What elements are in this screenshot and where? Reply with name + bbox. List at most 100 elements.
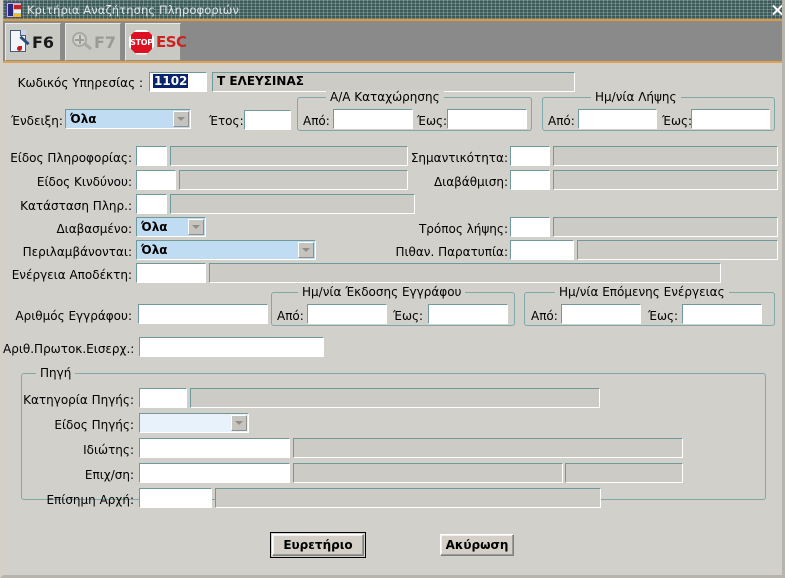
toolbar-button-f6[interactable]: F6 bbox=[5, 23, 61, 61]
issue-date-from-input[interactable] bbox=[307, 304, 387, 324]
source-type-label: Είδος Πηγής: bbox=[54, 418, 134, 432]
incoming-protocol-label: Αριθ.Πρωτοκ.Εισερχ.: bbox=[3, 342, 135, 356]
receipt-method-label: Τρόπος λήψης: bbox=[418, 222, 508, 236]
business-extra-field bbox=[565, 463, 683, 483]
business-description-field bbox=[293, 463, 563, 483]
chevron-down-icon[interactable] bbox=[298, 242, 314, 258]
document-number-input[interactable] bbox=[138, 304, 268, 324]
next-action-date-group-title: Ημ/νία Επόμενης Ενέργειας bbox=[555, 285, 729, 299]
business-input[interactable] bbox=[139, 463, 290, 483]
service-code-value: 1102 bbox=[153, 74, 189, 88]
registration-to-label: Έως: bbox=[417, 114, 448, 128]
individual-input[interactable] bbox=[139, 438, 290, 458]
info-status-label: Κατάσταση Πληρ.: bbox=[20, 199, 132, 213]
risk-type-label: Είδος Κινδύνου: bbox=[36, 175, 132, 189]
title-bar-filler bbox=[239, 0, 766, 19]
year-input[interactable] bbox=[244, 110, 291, 130]
index-button[interactable]: Ευρετήριο bbox=[270, 532, 366, 558]
read-state-dropdown[interactable]: Όλα bbox=[136, 217, 206, 237]
recipient-action-code-input[interactable] bbox=[136, 263, 206, 283]
source-category-description-field bbox=[190, 388, 600, 408]
service-code-input[interactable]: 1102 bbox=[149, 72, 207, 92]
criteria-form-panel: Κωδικός Υπηρεσίας : 1102 Τ ΕΛΕΥΣΙΝΑΣ Ένδ… bbox=[3, 63, 782, 575]
possible-irregularity-description-field bbox=[577, 240, 778, 260]
next-action-to-input[interactable] bbox=[682, 304, 762, 324]
toolbar-label-f6: F6 bbox=[32, 32, 55, 52]
recipient-action-description-field bbox=[209, 263, 721, 283]
source-category-code-input[interactable] bbox=[139, 388, 187, 408]
registration-from-label: Από: bbox=[303, 114, 330, 128]
magnifier-plus-icon bbox=[69, 29, 93, 55]
chevron-down-icon[interactable] bbox=[231, 415, 247, 431]
info-status-description-field bbox=[170, 194, 415, 214]
issue-date-group-title: Ημ/νία Έκδοσης Εγγράφου bbox=[298, 285, 466, 299]
registration-number-group-title: Α/Α Καταχώρησης bbox=[326, 90, 444, 104]
risk-type-description-field bbox=[179, 170, 408, 190]
indication-value: Όλα bbox=[70, 112, 97, 126]
window-title: Κριτήρια Αναζήτησης Πληροφοριών bbox=[27, 2, 240, 17]
toolbar: F6 F7 STOP ESC bbox=[3, 19, 782, 63]
importance-description-field bbox=[553, 146, 778, 166]
receipt-date-to-label: Έως: bbox=[662, 114, 693, 128]
registration-from-input[interactable] bbox=[333, 109, 413, 129]
indication-dropdown[interactable]: Όλα bbox=[65, 109, 191, 129]
cancel-button[interactable]: Ακύρωση bbox=[440, 534, 514, 556]
title-bar: Κριτήρια Αναζήτησης Πληροφοριών bbox=[3, 0, 782, 19]
toolbar-button-f7[interactable]: F7 bbox=[65, 23, 121, 61]
close-icon[interactable] bbox=[766, 0, 782, 19]
importance-label: Σημαντικότητα: bbox=[410, 151, 508, 165]
receipt-date-group-title: Ημ/νία Λήψης bbox=[591, 90, 681, 104]
importance-code-input[interactable] bbox=[510, 146, 550, 166]
info-type-code-input[interactable] bbox=[136, 146, 167, 166]
included-value: Όλα bbox=[141, 243, 168, 257]
issue-date-to-label: Έως: bbox=[393, 309, 424, 323]
included-label: Περιλαμβάνονται: bbox=[22, 245, 132, 259]
chevron-down-icon[interactable] bbox=[188, 219, 204, 235]
issue-date-from-label: Από: bbox=[277, 309, 304, 323]
next-action-from-input[interactable] bbox=[561, 304, 641, 324]
stop-sign-icon: STOP bbox=[128, 29, 155, 56]
search-criteria-window: Κριτήρια Αναζήτησης Πληροφοριών F6 F7 ST… bbox=[0, 0, 785, 578]
next-action-to-label: Έως: bbox=[648, 309, 679, 323]
registration-to-input[interactable] bbox=[447, 109, 527, 129]
toolbar-button-esc[interactable]: STOP ESC bbox=[125, 23, 187, 61]
receipt-method-code-input[interactable] bbox=[510, 217, 550, 237]
toolbar-label-f7: F7 bbox=[94, 32, 117, 52]
issue-date-to-input[interactable] bbox=[428, 304, 508, 324]
business-label: Επιχ/ση: bbox=[84, 468, 134, 482]
individual-label: Ιδιώτης: bbox=[83, 443, 134, 457]
app-icon bbox=[6, 1, 22, 18]
incoming-protocol-input[interactable] bbox=[139, 337, 324, 357]
recipient-action-label: Ενέργεια Αποδέκτη: bbox=[11, 268, 132, 282]
toolbar-label-esc: ESC bbox=[156, 33, 187, 51]
classification-label: Διαβάθμιση: bbox=[433, 175, 508, 189]
possible-irregularity-code-input[interactable] bbox=[510, 240, 574, 260]
classification-code-input[interactable] bbox=[510, 170, 550, 190]
receipt-date-to-input[interactable] bbox=[691, 109, 770, 129]
official-authority-label: Επίσημη Αρχή: bbox=[46, 493, 134, 507]
info-status-code-input[interactable] bbox=[136, 194, 167, 214]
read-state-value: Όλα bbox=[141, 220, 168, 234]
page-pen-icon bbox=[9, 29, 31, 55]
year-label: Έτος: bbox=[209, 114, 244, 128]
info-type-description-field bbox=[170, 146, 408, 166]
stop-sign-text: STOP bbox=[130, 37, 153, 47]
source-group-title: Πηγή bbox=[36, 366, 76, 380]
source-category-label: Κατηγορία Πηγής: bbox=[23, 393, 134, 407]
indication-label: Ένδειξη: bbox=[11, 114, 63, 128]
service-code-label: Κωδικός Υπηρεσίας : bbox=[17, 76, 143, 90]
info-type-label: Είδος Πληροφορίας: bbox=[10, 151, 132, 165]
possible-irregularity-label: Πιθαν. Παρατυπία: bbox=[395, 245, 508, 259]
official-authority-description-field bbox=[215, 488, 601, 508]
receipt-date-from-label: Από: bbox=[548, 114, 575, 128]
risk-type-code-input[interactable] bbox=[136, 170, 176, 190]
read-state-label: Διαβασμένο: bbox=[56, 222, 132, 236]
included-dropdown[interactable]: Όλα bbox=[136, 240, 316, 260]
chevron-down-icon[interactable] bbox=[173, 111, 189, 127]
receipt-date-from-input[interactable] bbox=[578, 109, 657, 129]
receipt-method-description-field bbox=[553, 217, 778, 237]
official-authority-code-input[interactable] bbox=[139, 488, 212, 508]
document-number-label: Αριθμός Εγγράφου: bbox=[15, 309, 132, 323]
next-action-from-label: Από: bbox=[531, 309, 558, 323]
source-type-dropdown[interactable] bbox=[139, 413, 249, 433]
